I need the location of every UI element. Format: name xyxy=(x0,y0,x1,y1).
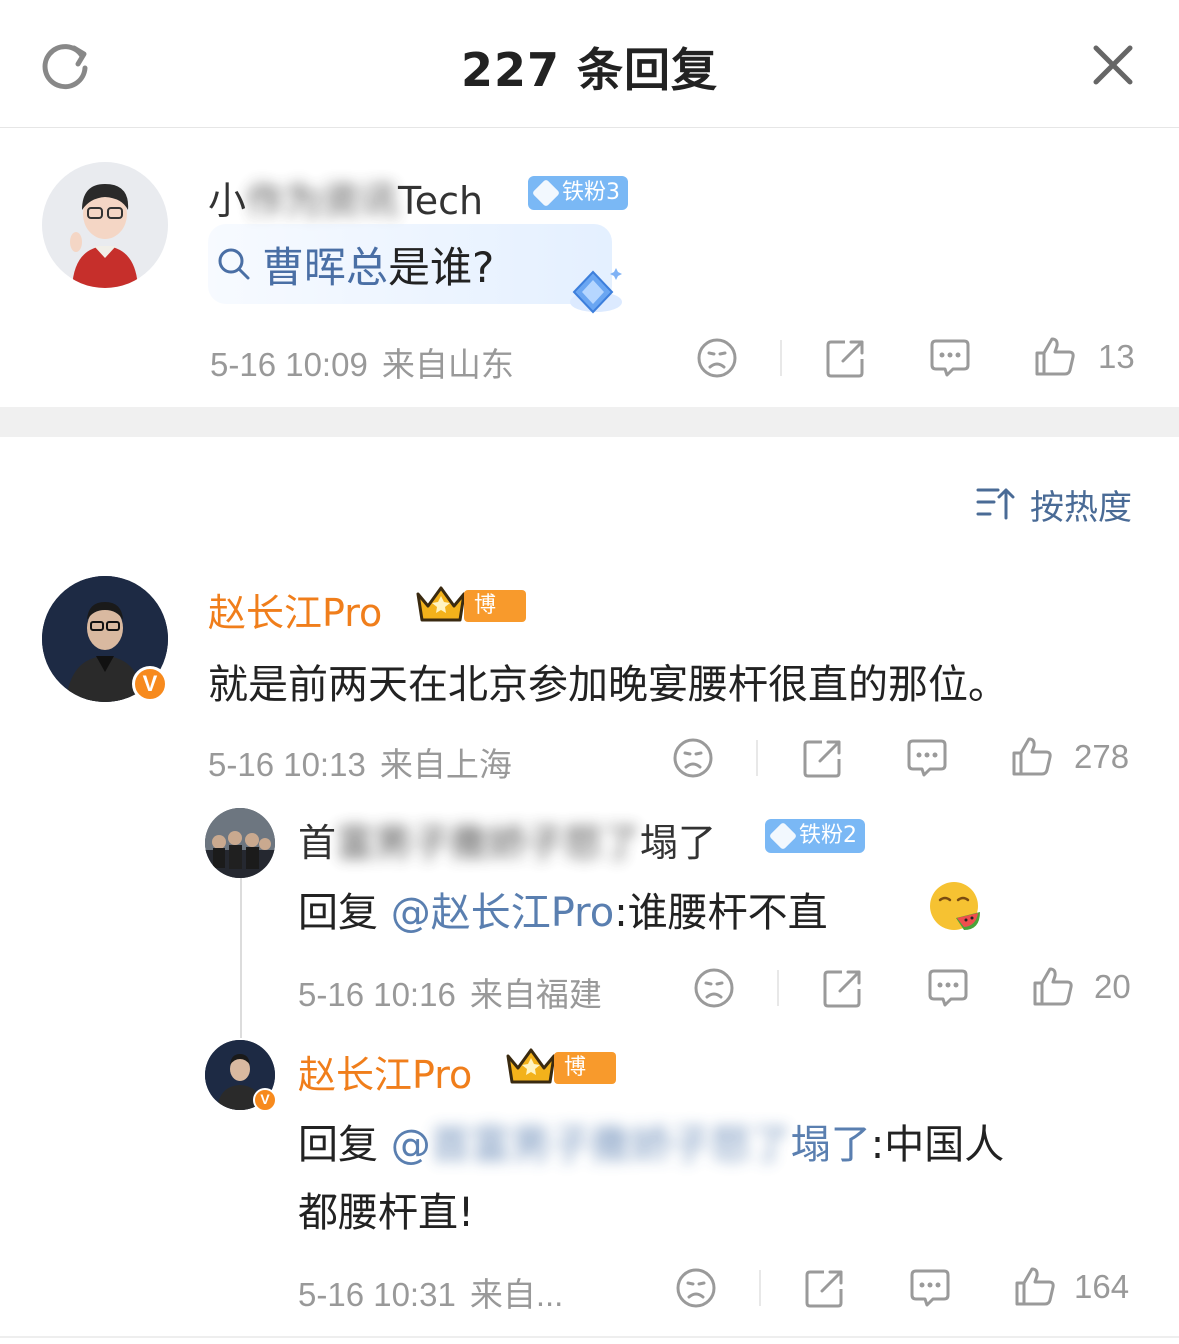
comment-icon[interactable] xyxy=(929,337,971,379)
search-icon xyxy=(218,248,250,280)
crown-icon xyxy=(416,586,466,622)
comment-meta: 5-16 10:31 来自... xyxy=(298,1276,564,1313)
dislike-icon[interactable] xyxy=(672,737,714,779)
verified-icon: V xyxy=(132,666,168,702)
search-topic-chip[interactable]: 曹晖总是谁? xyxy=(208,224,612,304)
share-icon[interactable] xyxy=(825,337,867,379)
avatar[interactable] xyxy=(42,162,168,288)
comment-icon[interactable] xyxy=(927,967,969,1009)
like-count: 278 xyxy=(1074,738,1130,775)
thread-line xyxy=(240,878,242,1038)
share-icon[interactable] xyxy=(802,737,844,779)
avatar[interactable] xyxy=(205,808,275,878)
fan-badge[interactable]: 铁粉3 xyxy=(528,176,628,210)
divider xyxy=(0,1336,1179,1338)
like-icon[interactable] xyxy=(1011,735,1053,777)
like-count: 20 xyxy=(1094,968,1131,1005)
dialog-header: 227 条回复 xyxy=(0,0,1179,128)
user-name[interactable]: 小作为资讯Tech xyxy=(208,170,483,225)
close-icon[interactable] xyxy=(1088,40,1138,90)
section-divider xyxy=(0,407,1179,437)
share-icon[interactable] xyxy=(804,1267,846,1309)
crown-icon xyxy=(506,1048,556,1084)
dislike-icon[interactable] xyxy=(675,1267,717,1309)
verified-icon: V xyxy=(253,1088,277,1112)
user-name[interactable]: 赵长江Pro xyxy=(208,582,382,637)
reply-text: 回复 @赵长江Pro:谁腰杆不直 xyxy=(298,890,828,936)
like-count: 164 xyxy=(1074,1268,1130,1305)
action-divider xyxy=(756,740,758,776)
like-count: 13 xyxy=(1098,338,1135,375)
blogger-badge[interactable]: 博主 xyxy=(504,1046,616,1112)
redacted-name: 首富男子撒娇子怒了 xyxy=(430,1122,791,1168)
comment-text: 就是前两天在北京参加晚宴腰杆很直的那位。 xyxy=(208,662,1008,708)
sort-icon xyxy=(976,488,1015,520)
action-divider xyxy=(759,1270,761,1306)
blogger-badge[interactable]: 博主 xyxy=(414,584,526,650)
redacted-name: 作为资讯 xyxy=(246,179,399,223)
comment-meta: 5-16 10:13 来自上海 xyxy=(208,746,512,783)
page-title: 227 条回复 xyxy=(460,43,719,97)
like-icon[interactable] xyxy=(1032,965,1074,1007)
action-divider xyxy=(777,970,779,1006)
like-icon[interactable] xyxy=(1014,1265,1056,1307)
comment-icon[interactable] xyxy=(906,737,948,779)
user-name[interactable]: 首富男子撒娇子怒了塌了 xyxy=(298,812,716,867)
diamond-icon xyxy=(570,268,622,314)
comment-meta: 5-16 10:16 来自福建 xyxy=(298,976,602,1013)
diamond-icon xyxy=(768,821,798,851)
mention-link[interactable]: @赵长江Pro xyxy=(391,890,614,936)
redacted-name: 富男子撒娇子怒了 xyxy=(336,821,641,865)
mention-link[interactable]: @首富男子撒娇子怒了塌了 xyxy=(391,1122,871,1168)
comment-meta: 5-16 10:09 来自山东 xyxy=(210,346,514,383)
avatar[interactable]: V xyxy=(205,1040,277,1112)
user-name[interactable]: 赵长江Pro xyxy=(298,1044,472,1099)
comment-icon[interactable] xyxy=(909,1267,951,1309)
dislike-icon[interactable] xyxy=(696,337,738,379)
action-divider xyxy=(780,340,782,376)
reply-text-continued: 都腰杆直! xyxy=(298,1190,475,1236)
like-icon[interactable] xyxy=(1034,335,1076,377)
reply-text: 回复 @首富男子撒娇子怒了塌了:中国人 xyxy=(298,1112,1004,1170)
avatar[interactable]: V xyxy=(42,576,168,702)
watermelon-emoji-icon xyxy=(930,882,980,930)
diamond-icon xyxy=(531,178,561,208)
dislike-icon[interactable] xyxy=(693,967,735,1009)
fan-badge[interactable]: 铁粉2 xyxy=(765,819,865,853)
share-icon[interactable] xyxy=(822,967,864,1009)
